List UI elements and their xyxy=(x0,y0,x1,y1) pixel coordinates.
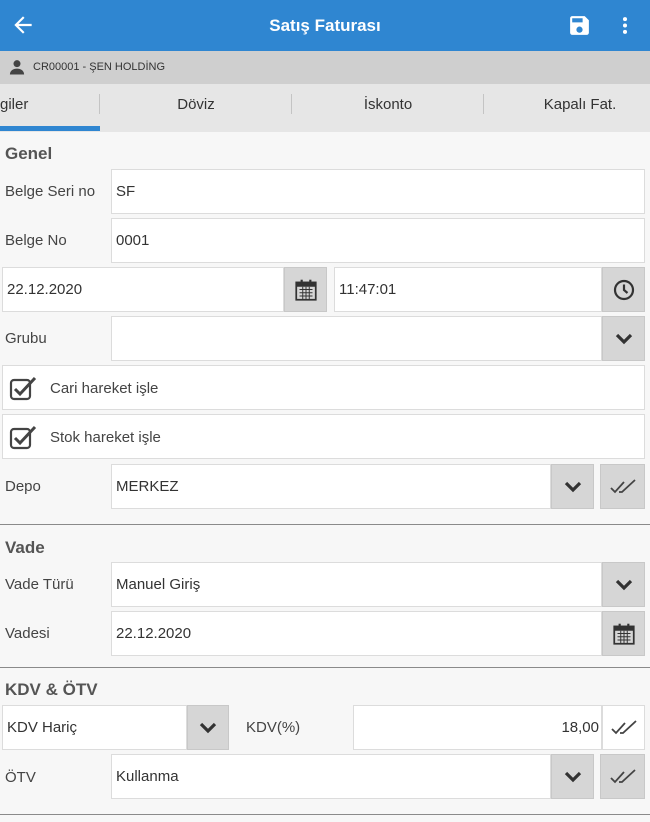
belge-no-label: Belge No xyxy=(5,232,67,249)
depo-label: Depo xyxy=(5,478,41,495)
belge-seri-value: SF xyxy=(116,183,136,200)
time-value: 11:47:01 xyxy=(339,281,397,298)
vade-turu-label: Vade Türü xyxy=(5,576,74,593)
time-input[interactable]: 11:47:01 xyxy=(334,267,602,312)
kdv-percent-label: KDV(%) xyxy=(246,719,301,736)
cari-hareket-row[interactable]: Cari hareket işle xyxy=(2,365,645,410)
date-picker-button[interactable] xyxy=(284,267,327,312)
section-vade-title: Vade xyxy=(5,538,45,557)
otv-value: Kullanma xyxy=(116,768,179,785)
kdv-confirm-button[interactable] xyxy=(602,705,645,750)
depo-confirm-button[interactable] xyxy=(600,464,645,509)
vade-turu-select[interactable]: Manuel Giriş xyxy=(111,562,602,607)
chevron-down-icon xyxy=(199,722,217,733)
kdv-type-select[interactable]: KDV Hariç xyxy=(2,705,187,750)
calendar-icon xyxy=(294,279,317,301)
depo-value: MERKEZ xyxy=(116,478,179,495)
stok-hareket-label: Stok hareket işle xyxy=(50,429,161,446)
belge-no-value: 0001 xyxy=(116,232,150,249)
section-genel-title: Genel xyxy=(5,144,53,163)
belge-seri-label: Belge Seri no xyxy=(5,183,96,200)
kdv-type-value: KDV Hariç xyxy=(7,719,78,736)
section-divider xyxy=(0,524,650,525)
vadesi-label: Vadesi xyxy=(5,625,50,642)
app-bar: Satış Faturası xyxy=(0,0,650,51)
kdv-percent-value: 18,00 xyxy=(561,719,599,736)
clock-icon xyxy=(613,279,634,300)
time-picker-button[interactable] xyxy=(602,267,645,312)
tab-doviz[interactable]: Döviz xyxy=(100,84,292,132)
otv-dropdown-button[interactable] xyxy=(551,754,594,799)
kdv-percent-input[interactable]: 18,00 xyxy=(353,705,602,750)
vadesi-value: 22.12.2020 xyxy=(116,625,192,642)
vadesi-input[interactable]: 22.12.2020 xyxy=(111,611,602,656)
form-content: Genel Belge Seri no SF Belge No 0001 22.… xyxy=(0,132,650,822)
belge-seri-input[interactable]: SF xyxy=(111,169,645,214)
page-title: Satış Faturası xyxy=(269,16,381,35)
chevron-down-icon xyxy=(615,333,632,344)
vade-turu-value: Manuel Giriş xyxy=(116,576,201,593)
tab-iskonto[interactable]: İskonto xyxy=(292,84,484,132)
more-vert-icon[interactable] xyxy=(614,13,636,38)
chevron-down-icon xyxy=(564,481,581,492)
double-check-icon xyxy=(609,478,636,493)
stok-hareket-row[interactable]: Stok hareket işle xyxy=(2,414,645,459)
section-divider xyxy=(0,667,650,668)
checkbox-checked-icon[interactable] xyxy=(9,375,37,401)
otv-label: ÖTV xyxy=(5,769,36,786)
depo-select[interactable]: MERKEZ xyxy=(111,464,551,509)
active-tab-indicator xyxy=(0,126,100,131)
grubu-select[interactable] xyxy=(111,316,602,361)
depo-dropdown-button[interactable] xyxy=(551,464,594,509)
grubu-label: Grubu xyxy=(5,330,47,347)
otv-confirm-button[interactable] xyxy=(600,754,645,799)
checkbox-checked-icon[interactable] xyxy=(9,424,37,450)
customer-bar: CR00001 - ŞEN HOLDİNG xyxy=(0,51,650,84)
date-input[interactable]: 22.12.2020 xyxy=(2,267,284,312)
chevron-down-icon xyxy=(615,579,632,590)
vade-turu-dropdown-button[interactable] xyxy=(602,562,645,607)
floppy-disk-icon[interactable] xyxy=(567,13,592,38)
person-icon xyxy=(9,60,25,75)
calendar-icon xyxy=(612,623,635,645)
grubu-dropdown-button[interactable] xyxy=(602,316,645,361)
otv-select[interactable]: Kullanma xyxy=(111,754,551,799)
tab-bar: giler Döviz İskonto Kapalı Fat. xyxy=(0,84,650,132)
double-check-icon xyxy=(610,719,637,734)
tab-kapali-fat[interactable]: Kapalı Fat. xyxy=(484,84,650,132)
date-value: 22.12.2020 xyxy=(7,281,83,298)
belge-no-input[interactable]: 0001 xyxy=(111,218,645,263)
section-kdv-title: KDV & ÖTV xyxy=(5,680,98,699)
double-check-icon xyxy=(609,768,636,783)
chevron-down-icon xyxy=(564,771,581,782)
cari-hareket-label: Cari hareket işle xyxy=(50,380,159,397)
tab-bilgiler[interactable]: giler xyxy=(0,84,40,132)
customer-name: CR00001 - ŞEN HOLDİNG xyxy=(33,61,166,73)
vadesi-date-picker-button[interactable] xyxy=(602,611,645,656)
section-divider xyxy=(0,814,650,815)
kdv-type-dropdown-button[interactable] xyxy=(187,705,229,750)
